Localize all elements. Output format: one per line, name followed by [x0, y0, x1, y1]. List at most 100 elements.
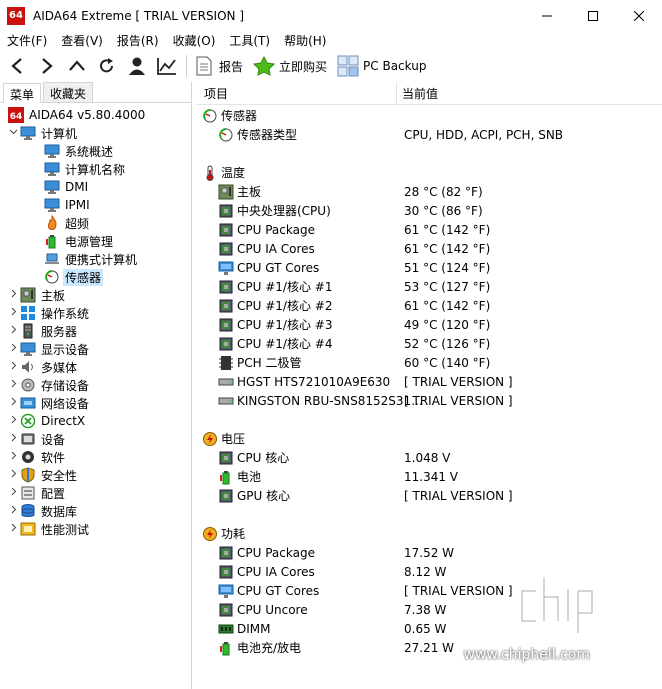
pc-backup-label: PC Backup: [363, 59, 427, 73]
sensor-row[interactable]: CPU Package 61 °C (142 °F): [218, 220, 658, 239]
sensor-row[interactable]: 电池 11.341 V: [218, 467, 658, 486]
sensor-value: 17.52 W: [404, 545, 455, 560]
aida-icon: 64: [8, 107, 24, 123]
report-button[interactable]: 报告: [193, 55, 243, 77]
tree-item-4[interactable]: DMI: [44, 178, 90, 196]
tree-item-9[interactable]: 传感器: [44, 268, 104, 286]
tree-item-13[interactable]: 显示设备: [8, 340, 91, 358]
close-icon: [634, 10, 644, 21]
sensor-name: GPU 核心: [237, 489, 291, 503]
maximize-button[interactable]: [570, 0, 616, 31]
voltage-icon: [202, 431, 218, 447]
sensor-value: 27.21 W: [404, 640, 455, 655]
tree-item-18[interactable]: 设备: [8, 430, 67, 448]
chevron-right-icon[interactable]: [8, 307, 18, 319]
chevron-right-icon[interactable]: [8, 505, 18, 517]
sensor-row[interactable]: CPU #1/核心 #1 53 °C (127 °F): [218, 277, 658, 296]
column-field-header[interactable]: 项目: [204, 85, 228, 102]
chevron-right-icon[interactable]: [8, 289, 18, 301]
sensor-row[interactable]: CPU 核心 1.048 V: [218, 448, 658, 467]
column-divider[interactable]: [396, 82, 397, 105]
menu-report[interactable]: 报告(R): [110, 31, 166, 51]
tree-item-21[interactable]: 配置: [8, 484, 67, 502]
tree-item-0[interactable]: 64 AIDA64 v5.80.4000: [8, 106, 147, 124]
tree-item-16[interactable]: 网络设备: [8, 394, 91, 412]
tree-item-8[interactable]: 便携式计算机: [44, 250, 139, 268]
sensor-row[interactable]: CPU GT Cores 51 °C (124 °F): [218, 258, 658, 277]
laptop-icon: [44, 251, 60, 267]
tab-menu[interactable]: 菜单: [3, 83, 42, 103]
sensor-value: CPU, HDD, ACPI, PCH, SNB: [404, 127, 564, 142]
tree-item-12[interactable]: 服务器: [8, 322, 79, 340]
monitor-icon: [44, 161, 60, 177]
sensor-row[interactable]: CPU #1/核心 #4 52 °C (126 °F): [218, 334, 658, 353]
chevron-right-icon[interactable]: [8, 451, 18, 463]
tab-favorites[interactable]: 收藏夹: [43, 82, 94, 102]
user-icon[interactable]: [124, 53, 150, 79]
sensor-row[interactable]: CPU #1/核心 #3 49 °C (120 °F): [218, 315, 658, 334]
menu-view[interactable]: 查看(V): [54, 31, 110, 51]
chevron-right-icon[interactable]: [8, 325, 18, 337]
refresh-icon[interactable]: [94, 53, 120, 79]
sensor-row[interactable]: 主板 28 °C (82 °F): [218, 182, 658, 201]
sensor-row[interactable]: CPU Package 17.52 W: [218, 543, 658, 562]
chevron-right-icon[interactable]: [8, 433, 18, 445]
close-button[interactable]: [616, 0, 662, 31]
sensor-row[interactable]: PCH 二极管 60 °C (140 °F): [218, 353, 658, 372]
tree-item-17[interactable]: DirectX: [8, 412, 87, 430]
up-icon[interactable]: [64, 53, 90, 79]
sensor-row[interactable]: GPU 核心 [ TRIAL VERSION ]: [218, 486, 658, 505]
cpu-icon: [218, 203, 234, 219]
tree-item-7[interactable]: 电源管理: [44, 232, 115, 250]
cpu-icon: [218, 488, 234, 504]
sensor-row[interactable]: CPU #1/核心 #2 61 °C (142 °F): [218, 296, 658, 315]
menu-tools[interactable]: 工具(T): [222, 31, 277, 51]
forward-icon[interactable]: [34, 53, 60, 79]
computer-icon: [20, 125, 36, 141]
tree-item-5[interactable]: IPMI: [44, 196, 92, 214]
tree-item-3[interactable]: 计算机名称: [44, 160, 127, 178]
menu-favorites[interactable]: 收藏(O): [166, 31, 223, 51]
tree-item-10[interactable]: 主板: [8, 286, 67, 304]
chevron-down-icon[interactable]: [8, 127, 18, 139]
menu-help[interactable]: 帮助(H): [277, 31, 333, 51]
chevron-right-icon[interactable]: [8, 415, 18, 427]
pc-backup-button[interactable]: PC Backup: [337, 55, 426, 77]
column-value-header[interactable]: 当前值: [402, 85, 438, 102]
chevron-right-icon[interactable]: [8, 523, 18, 535]
chart-icon[interactable]: [154, 53, 180, 79]
chevron-right-icon[interactable]: [8, 469, 18, 481]
tree-item-15[interactable]: 存储设备: [8, 376, 91, 394]
tree-item-23[interactable]: 性能测试: [8, 520, 91, 538]
chevron-right-icon[interactable]: [8, 487, 18, 499]
menu-file[interactable]: 文件(F): [0, 31, 54, 51]
sensor-row[interactable]: KINGSTON RBU-SNS8152S31...[ TRIAL VERSIO…: [218, 391, 658, 410]
sensor-row[interactable]: HGST HTS721010A9E630 [ TRIAL VERSION ]: [218, 372, 658, 391]
buy-now-button[interactable]: 立即购买: [253, 55, 327, 77]
chevron-right-icon[interactable]: [8, 397, 18, 409]
tree-item-11[interactable]: 操作系统: [8, 304, 91, 322]
sensor-row[interactable]: 中央处理器(CPU) 30 °C (86 °F): [218, 201, 658, 220]
tree-item-6[interactable]: 超频: [44, 214, 91, 232]
sensor-row[interactable]: CPU IA Cores 61 °C (142 °F): [218, 239, 658, 258]
sensor-value: 60 °C (140 °F): [404, 355, 491, 370]
chevron-right-icon[interactable]: [8, 361, 18, 373]
sensor-name: CPU #1/核心 #4: [237, 337, 333, 351]
minimize-button[interactable]: [524, 0, 570, 31]
tree-item-label: 超频: [65, 216, 90, 231]
flame-icon: [44, 215, 60, 231]
sensor-row[interactable]: 传感器类型 CPU, HDD, ACPI, PCH, SNB: [218, 125, 658, 144]
cpu-icon: [218, 298, 234, 314]
chevron-right-icon[interactable]: [8, 379, 18, 391]
tree-item-2[interactable]: 系统概述: [44, 142, 115, 160]
tree-item-14[interactable]: 多媒体: [8, 358, 79, 376]
tree-item-1[interactable]: 计算机: [8, 124, 79, 142]
tree-item-22[interactable]: 数据库: [8, 502, 79, 520]
sensor-name: CPU #1/核心 #2: [237, 299, 333, 313]
tree-item-20[interactable]: 安全性: [8, 466, 79, 484]
chevron-right-icon[interactable]: [8, 343, 18, 355]
tree-item-label: DirectX: [41, 414, 86, 428]
backup-icon: [337, 55, 359, 77]
tree-item-19[interactable]: 软件: [8, 448, 67, 466]
back-icon[interactable]: [4, 53, 30, 79]
